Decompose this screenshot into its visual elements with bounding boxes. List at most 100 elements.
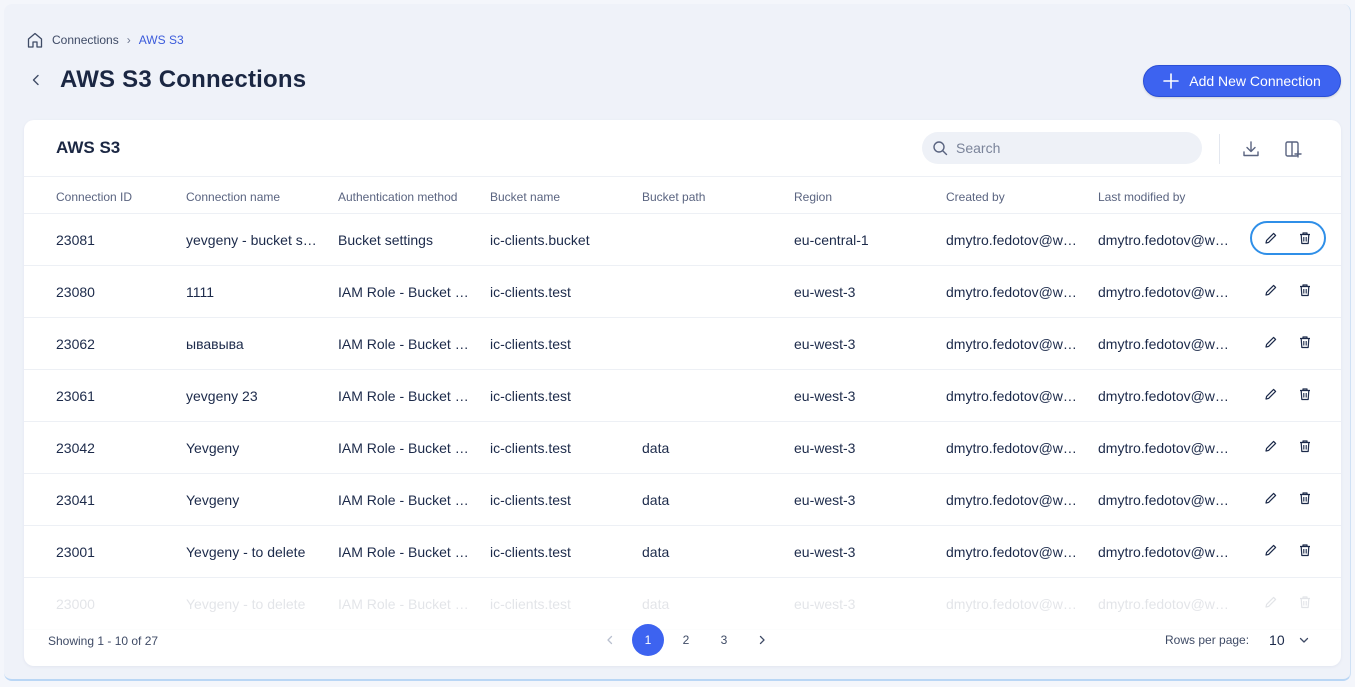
edit-icon[interactable] — [1262, 489, 1280, 507]
edit-icon[interactable] — [1262, 333, 1280, 351]
auth-method-cell: IAM Role - Bucket o... — [338, 284, 474, 300]
table-row[interactable]: 23062 ывавыва IAM Role - Bucket o... ic-cli… — [24, 318, 1341, 370]
connection-name-cell: ывавыва — [186, 336, 244, 352]
connections-card: AWS S3 Connection ID Connection name Aut… — [24, 120, 1341, 666]
connection-name-cell: Yevgeny — [186, 440, 240, 456]
connection-name-cell: yevgeny 23 — [186, 388, 258, 404]
column-header[interactable]: Bucket name — [490, 190, 560, 204]
rows-per-page: Rows per page: 10 — [1165, 632, 1309, 648]
delete-icon[interactable] — [1296, 437, 1314, 455]
bucket-name-cell: ic-clients.test — [490, 388, 571, 404]
chevron-right-icon — [759, 635, 765, 645]
back-button[interactable] — [26, 70, 46, 90]
region-cell: eu-west-3 — [794, 284, 856, 300]
download-icon[interactable] — [1240, 138, 1262, 160]
table-row[interactable]: 23000 Yevgeny - to delete IAM Role - Bucke… — [24, 578, 1341, 630]
row-actions — [1250, 533, 1326, 567]
edit-icon[interactable] — [1262, 437, 1280, 455]
row-actions — [1250, 585, 1326, 619]
column-header[interactable]: Region — [794, 190, 832, 204]
pagination-page-3[interactable]: 3 — [708, 624, 740, 656]
connection-id-cell: 23081 — [56, 232, 95, 248]
breadcrumb: Connections › AWS S3 — [26, 31, 184, 49]
region-cell: eu-west-3 — [794, 596, 856, 612]
edit-icon[interactable] — [1262, 281, 1280, 299]
modified-by-cell: dmytro.fedotov@wal... — [1098, 284, 1236, 300]
modified-by-cell: dmytro.fedotov@wal... — [1098, 440, 1236, 456]
table-row[interactable]: 23081 yevgeny - bucket se... Bucket settin… — [24, 214, 1341, 266]
table-row[interactable]: 23042 Yevgeny IAM Role - Bucket o... ic-cli… — [24, 422, 1341, 474]
table-body: 23081 yevgeny - bucket se... Bucket settin… — [24, 214, 1341, 630]
region-cell: eu-west-3 — [794, 440, 856, 456]
search-input[interactable] — [956, 140, 1176, 156]
page-header: AWS S3 Connections — [26, 66, 306, 94]
pagination-page-1[interactable]: 1 — [632, 624, 664, 656]
bucket-path-cell: data — [642, 440, 670, 456]
edit-icon[interactable] — [1262, 385, 1280, 403]
created-by-cell: dmytro.fedotov@wal... — [946, 336, 1084, 352]
connection-id-cell: 23061 — [56, 388, 95, 404]
region-cell: eu-west-3 — [794, 336, 856, 352]
created-by-cell: dmytro.fedotov@wal... — [946, 544, 1084, 560]
bucket-name-cell: ic-clients.test — [490, 544, 571, 560]
created-by-cell: dmytro.fedotov@wal... — [946, 440, 1084, 456]
column-header[interactable]: Bucket path — [642, 190, 705, 204]
table-header: Connection ID Connection name Authentica… — [24, 176, 1341, 214]
add-button-label: Add New Connection — [1189, 73, 1321, 89]
bucket-path-cell: data — [642, 492, 670, 508]
column-header[interactable]: Created by — [946, 190, 1005, 204]
bucket-name-cell: ic-clients.test — [490, 440, 571, 456]
column-header[interactable]: Authentication method — [338, 190, 457, 204]
bucket-name-cell: ic-clients.test — [490, 336, 571, 352]
chevron-left-icon — [607, 635, 613, 645]
pagination-next-button[interactable] — [746, 624, 778, 656]
auth-method-cell: IAM Role - Bucket o... — [338, 336, 474, 352]
row-actions — [1250, 221, 1326, 255]
created-by-cell: dmytro.fedotov@wal... — [946, 492, 1084, 508]
delete-icon[interactable] — [1296, 333, 1314, 351]
table-row[interactable]: 23041 Yevgeny IAM Role - Bucket o... ic-cli… — [24, 474, 1341, 526]
home-icon[interactable] — [26, 31, 44, 49]
pagination-prev-button[interactable] — [594, 624, 626, 656]
modified-by-cell: dmytro.fedotov@wal... — [1098, 232, 1236, 248]
table-row[interactable]: 23061 yevgeny 23 IAM Role - Bucket o... ic-… — [24, 370, 1341, 422]
connection-name-cell: yevgeny - bucket se... — [186, 232, 322, 248]
chevron-down-icon — [1299, 637, 1308, 643]
delete-icon[interactable] — [1296, 281, 1314, 299]
delete-icon[interactable] — [1296, 489, 1314, 507]
column-header[interactable]: Connection ID — [56, 190, 132, 204]
row-actions — [1250, 481, 1326, 515]
row-actions — [1250, 325, 1326, 359]
showing-count: Showing 1 - 10 of 27 — [48, 634, 159, 648]
rows-per-page-value: 10 — [1269, 632, 1285, 648]
delete-icon[interactable] — [1296, 385, 1314, 403]
column-header[interactable]: Last modified by — [1098, 190, 1185, 204]
breadcrumb-item-connections[interactable]: Connections — [52, 33, 119, 47]
row-actions — [1250, 273, 1326, 307]
created-by-cell: dmytro.fedotov@wal... — [946, 284, 1084, 300]
edit-icon[interactable] — [1262, 229, 1280, 247]
toolbar-divider — [1219, 134, 1220, 164]
connection-id-cell: 23080 — [56, 284, 95, 300]
plus-icon — [1163, 73, 1180, 89]
auth-method-cell: IAM Role - Bucket o... — [338, 544, 474, 560]
connection-id-cell: 23042 — [56, 440, 95, 456]
delete-icon[interactable] — [1296, 593, 1314, 611]
search-box[interactable] — [922, 132, 1202, 164]
table-row[interactable]: 23080 1111 IAM Role - Bucket o... ic-client… — [24, 266, 1341, 318]
column-settings-icon[interactable] — [1282, 138, 1304, 160]
chevron-right-icon: › — [126, 33, 131, 47]
table-row[interactable]: 23001 Yevgeny - to delete IAM Role - Bucke… — [24, 526, 1341, 578]
column-header[interactable]: Connection name — [186, 190, 280, 204]
bucket-name-cell: ic-clients.bucket — [490, 232, 590, 248]
delete-icon[interactable] — [1296, 541, 1314, 559]
auth-method-cell: IAM Role - Bucket o... — [338, 492, 474, 508]
delete-icon[interactable] — [1296, 229, 1314, 247]
connection-name-cell: Yevgeny — [186, 492, 240, 508]
edit-icon[interactable] — [1262, 541, 1280, 559]
connections-table: Connection ID Connection name Authentica… — [24, 176, 1341, 630]
rows-per-page-select[interactable]: 10 — [1269, 632, 1309, 648]
edit-icon[interactable] — [1262, 593, 1280, 611]
add-new-connection-button[interactable]: Add New Connection — [1143, 65, 1341, 97]
pagination-page-2[interactable]: 2 — [670, 624, 702, 656]
